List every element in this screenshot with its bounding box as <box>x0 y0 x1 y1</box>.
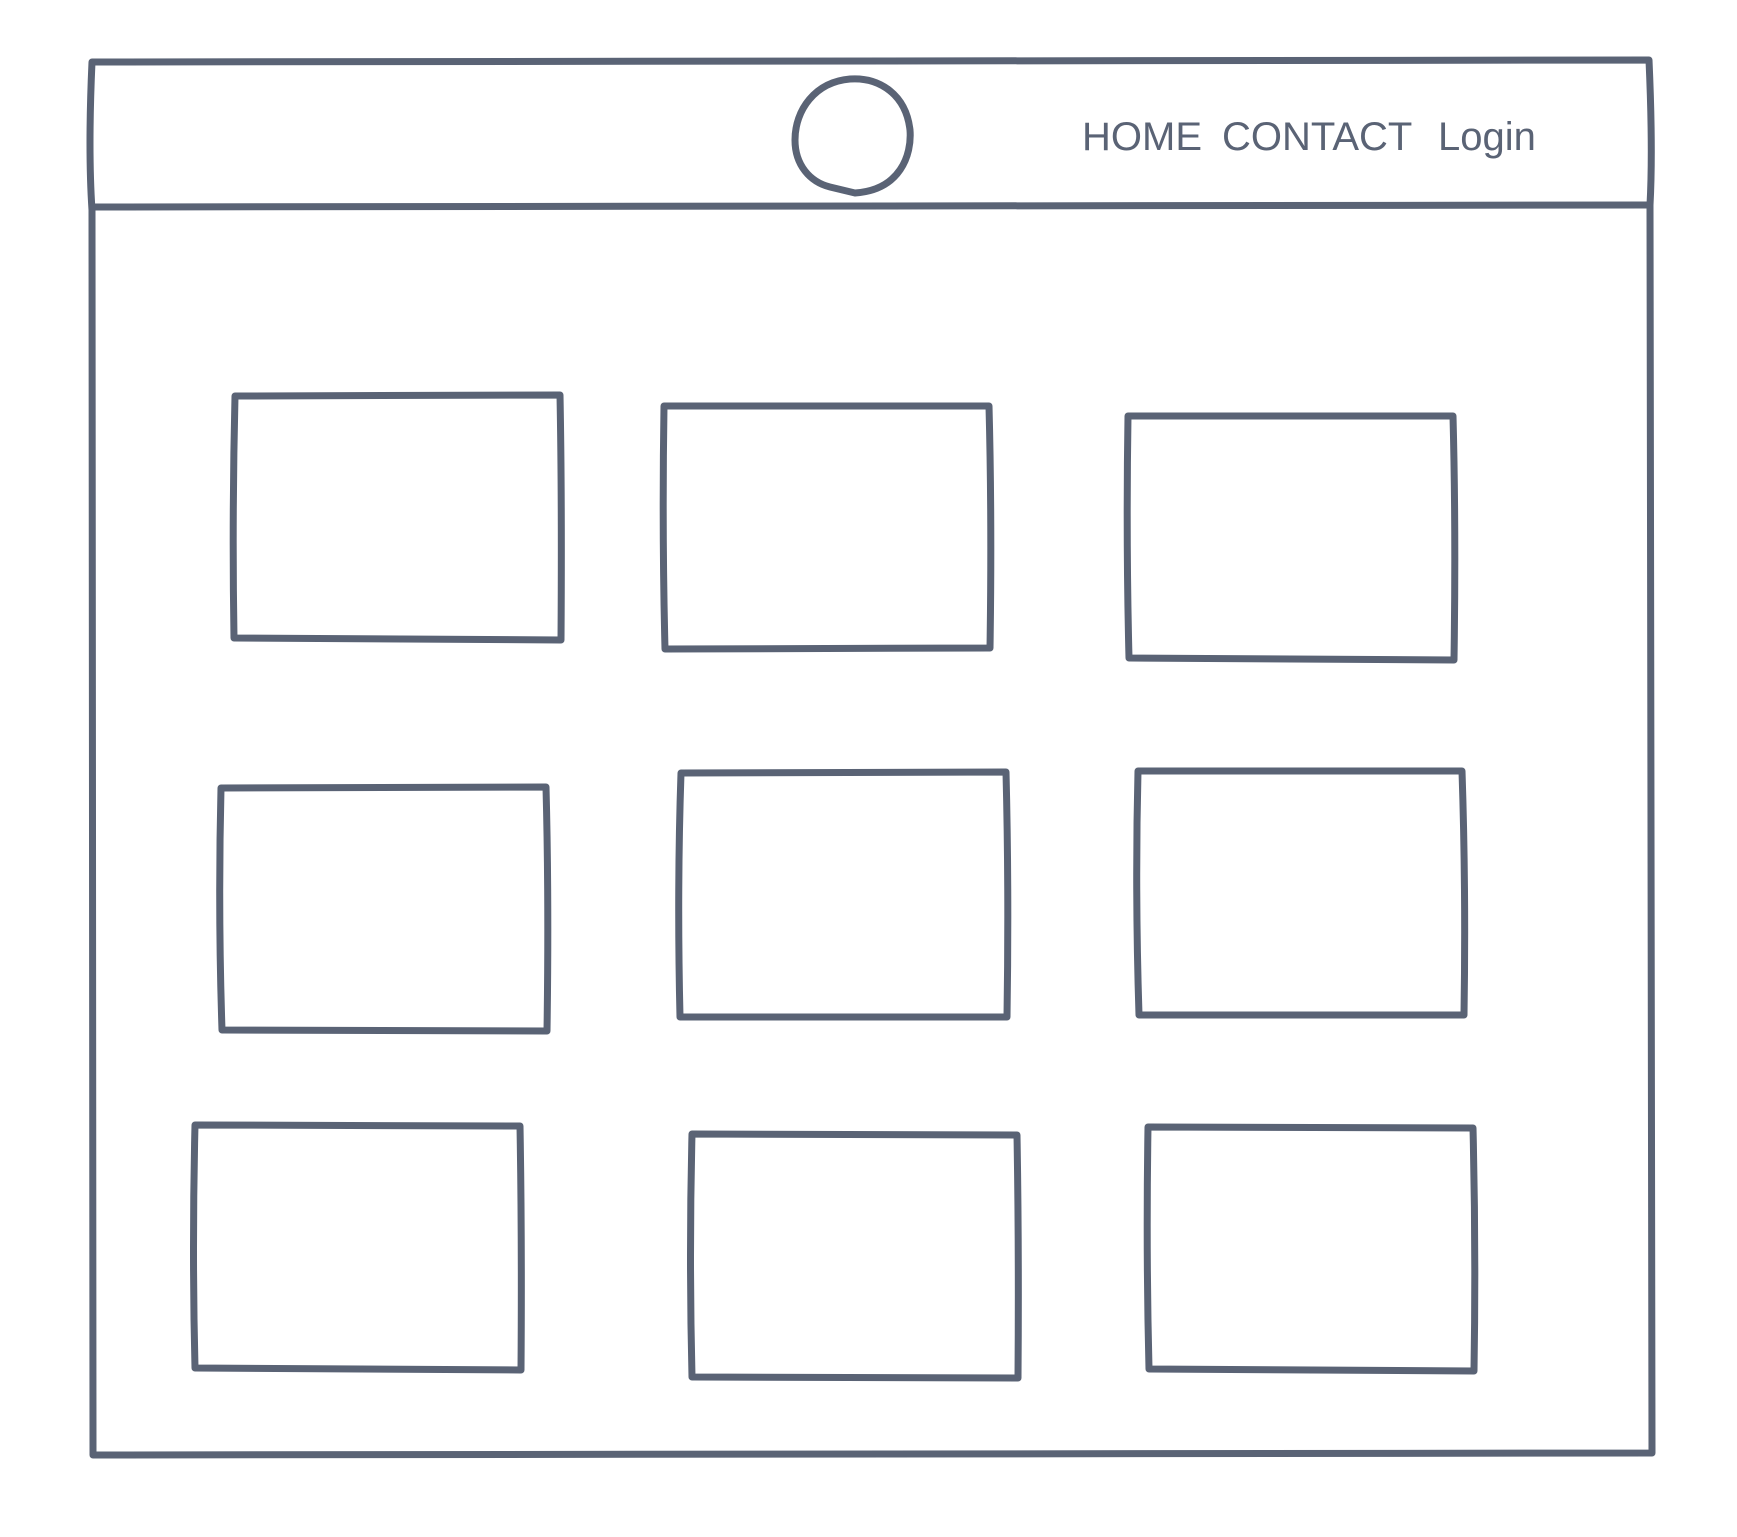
logo-icon[interactable] <box>791 75 914 197</box>
card-placeholder[interactable] <box>1133 767 1469 1019</box>
card-placeholder[interactable] <box>1143 1123 1479 1375</box>
header-divider <box>89 201 1652 211</box>
nav-login-link[interactable]: Login <box>1438 115 1536 159</box>
card-grid <box>190 391 1479 1382</box>
card-placeholder[interactable] <box>687 1130 1022 1382</box>
card-placeholder[interactable] <box>229 391 565 644</box>
wireframe-sketch: HOME CONTACT Login <box>86 56 1656 1459</box>
nav-contact-link[interactable]: CONTACT <box>1222 115 1412 159</box>
card-placeholder[interactable] <box>1123 412 1459 664</box>
nav-home-link[interactable]: HOME <box>1082 115 1202 159</box>
card-placeholder[interactable] <box>675 768 1012 1021</box>
nav-bar: HOME CONTACT Login <box>1082 115 1536 159</box>
page-frame <box>86 56 1656 1459</box>
card-placeholder[interactable] <box>190 1121 525 1374</box>
card-placeholder[interactable] <box>659 402 995 653</box>
card-placeholder[interactable] <box>216 783 552 1035</box>
